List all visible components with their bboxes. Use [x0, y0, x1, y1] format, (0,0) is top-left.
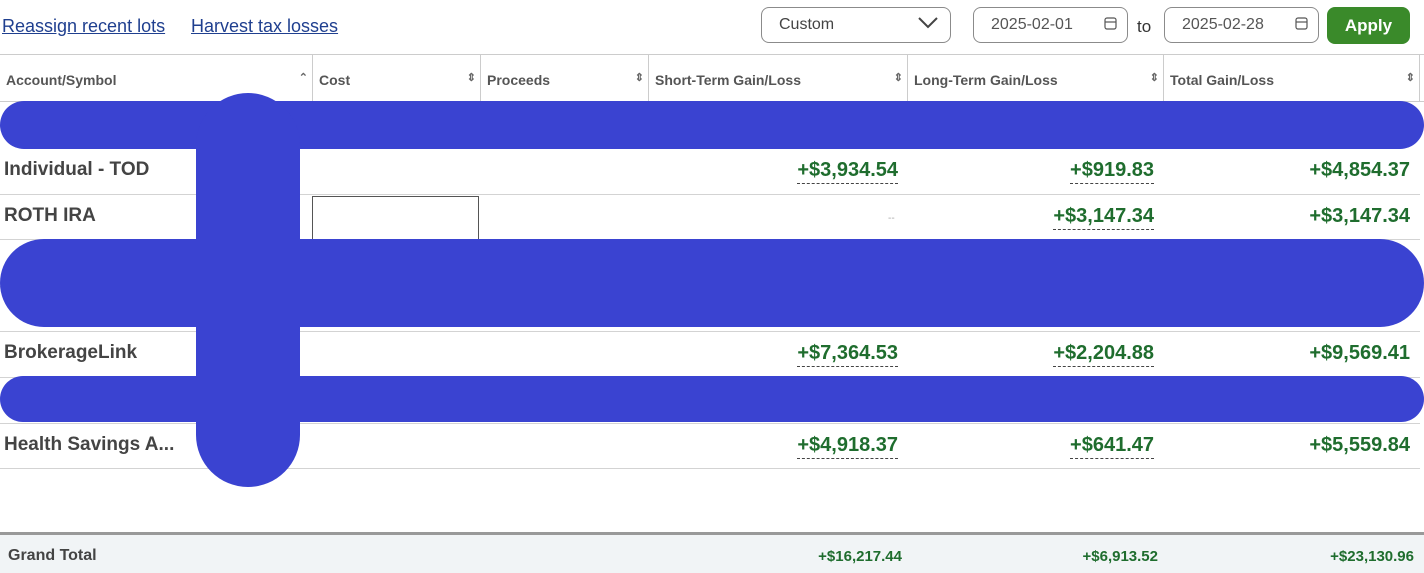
- long-term-value[interactable]: +$641.47: [1070, 434, 1154, 459]
- column-header-short-term[interactable]: Short-Term Gain/Loss ⇕: [649, 55, 908, 102]
- account-name[interactable]: Individual - TOD: [4, 159, 149, 181]
- account-name[interactable]: BrokerageLink: [4, 342, 137, 364]
- calendar-icon[interactable]: [1104, 16, 1117, 35]
- reassign-recent-lots-link[interactable]: Reassign recent lots: [2, 16, 165, 37]
- toolbar: Reassign recent lots Harvest tax losses …: [0, 0, 1424, 54]
- account-name[interactable]: Health Savings A...: [4, 434, 174, 456]
- to-label: to: [1137, 17, 1152, 36]
- sort-icon[interactable]: ⇕: [635, 73, 644, 84]
- short-term-value[interactable]: +$4,918.37: [797, 434, 898, 459]
- chevron-down-icon: [918, 16, 938, 34]
- column-header-account[interactable]: Account/Symbol ⌃: [0, 55, 313, 102]
- long-term-value[interactable]: +$3,147.34: [1053, 205, 1154, 230]
- column-label: Long-Term Gain/Loss: [914, 72, 1058, 88]
- apply-button[interactable]: Apply: [1327, 7, 1410, 44]
- total-value: +$9,569.41: [1309, 342, 1410, 364]
- sort-icon[interactable]: ⇕: [1406, 73, 1415, 84]
- table-header: Account/Symbol ⌃ Cost ⇕ Proceeds ⇕ Short-Te…: [0, 54, 1424, 102]
- sort-ascending-icon[interactable]: ⌃: [299, 73, 308, 84]
- grand-total-row: Grand Total +$16,217.44 +$6,913.52 +$23,…: [0, 532, 1424, 573]
- total-value: +$3,147.34: [1309, 205, 1410, 227]
- column-label: Short-Term Gain/Loss: [655, 72, 801, 88]
- date-range-select[interactable]: Custom: [761, 7, 951, 43]
- date-range-value: Custom: [779, 16, 835, 33]
- long-term-value[interactable]: +$919.83: [1070, 159, 1154, 184]
- total-value: +$5,559.84: [1309, 434, 1410, 456]
- short-term-value: --: [888, 213, 895, 224]
- column-label: Proceeds: [487, 72, 551, 88]
- cost-cell-focused[interactable]: [312, 196, 479, 240]
- short-term-value[interactable]: +$7,364.53: [797, 342, 898, 367]
- grand-total-short-term: +$16,217.44: [818, 548, 902, 565]
- grand-total-long-term: +$6,913.52: [1082, 548, 1159, 565]
- column-label: Total Gain/Loss: [1170, 72, 1274, 88]
- end-date-field[interactable]: 2025-02-28: [1164, 7, 1319, 43]
- sort-icon[interactable]: ⇕: [467, 73, 476, 84]
- sort-icon[interactable]: ⇕: [894, 73, 903, 84]
- harvest-tax-losses-link[interactable]: Harvest tax losses: [191, 16, 338, 37]
- grand-total-label: Grand Total: [8, 547, 97, 564]
- long-term-value[interactable]: +$2,204.88: [1053, 342, 1154, 367]
- column-label: Account/Symbol: [6, 72, 117, 88]
- column-header-long-term[interactable]: Long-Term Gain/Loss ⇕: [908, 55, 1164, 102]
- short-term-value[interactable]: +$3,934.54: [797, 159, 898, 184]
- column-label: Cost: [319, 72, 351, 88]
- start-date-value: 2025-02-01: [991, 16, 1073, 33]
- end-date-value: 2025-02-28: [1182, 16, 1264, 33]
- grand-total-value: +$23,130.96: [1330, 548, 1414, 565]
- calendar-icon[interactable]: [1295, 16, 1308, 35]
- start-date-field[interactable]: 2025-02-01: [973, 7, 1128, 43]
- account-name[interactable]: ROTH IRA: [4, 205, 96, 227]
- column-header-proceeds[interactable]: Proceeds ⇕: [481, 55, 649, 102]
- column-header-cost[interactable]: Cost ⇕: [313, 55, 481, 102]
- column-header-total[interactable]: Total Gain/Loss ⇕: [1164, 55, 1420, 102]
- sort-icon[interactable]: ⇕: [1150, 73, 1159, 84]
- redaction-mark: [196, 93, 300, 487]
- total-value: +$4,854.37: [1309, 159, 1410, 181]
